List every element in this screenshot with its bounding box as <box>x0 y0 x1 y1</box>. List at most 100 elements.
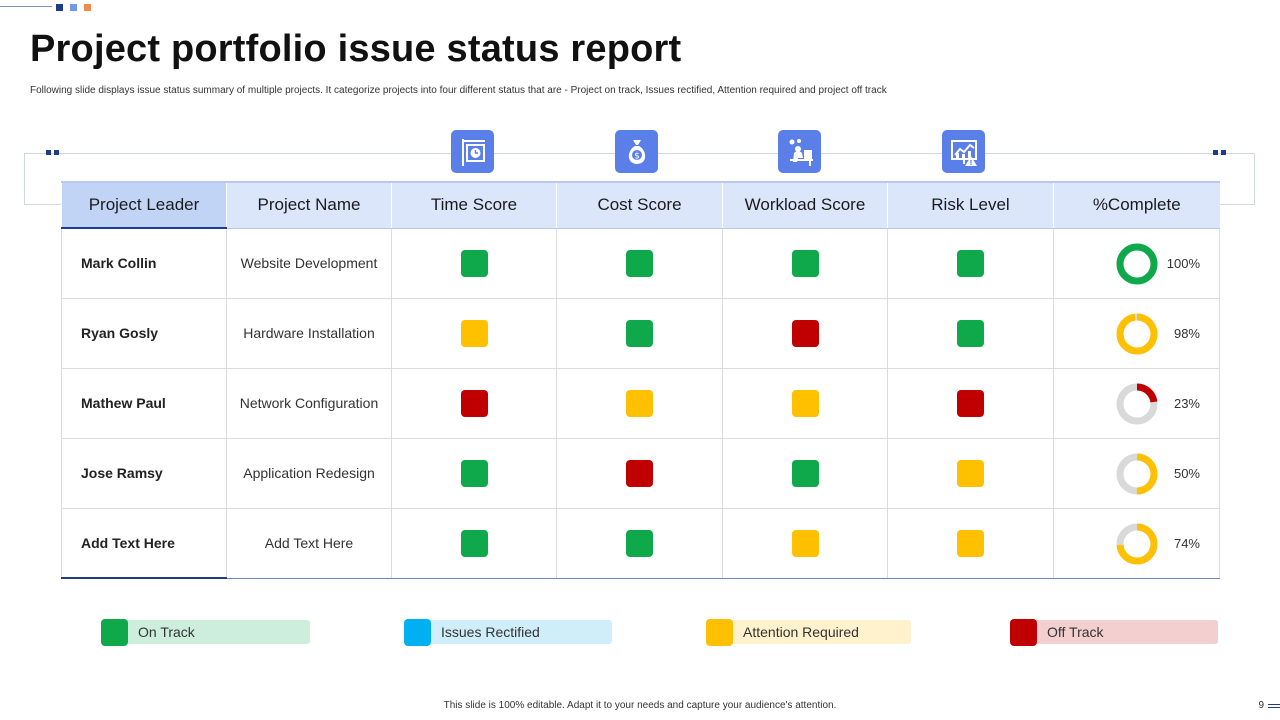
risk-level-cell <box>887 228 1054 299</box>
status-square <box>626 459 653 487</box>
svg-text:$: $ <box>634 151 640 161</box>
progress-donut <box>1116 523 1158 564</box>
complete-percent: 100% <box>1166 255 1200 271</box>
project-leader-cell: Mark Collin <box>61 228 227 299</box>
cost-score-cell <box>556 508 723 579</box>
time-score-cell <box>391 298 557 369</box>
cost-score-cell <box>556 438 723 509</box>
complete-cell: 98% <box>1053 298 1220 369</box>
risk-level-cell <box>887 298 1054 369</box>
page-line <box>1268 704 1280 705</box>
progress-donut <box>1116 243 1158 284</box>
status-square <box>791 319 819 347</box>
cost-score-cell <box>556 228 723 299</box>
page-title: Project portfolio issue status report <box>30 28 682 70</box>
column-header: Workload Score <box>722 181 888 229</box>
status-square <box>957 319 984 347</box>
status-square <box>460 319 488 347</box>
complete-cell: 50% <box>1053 438 1220 509</box>
progress-donut <box>1116 453 1158 494</box>
table-row: Ryan Gosly Hardware Installation 98% <box>61 298 1220 369</box>
status-square <box>460 249 488 277</box>
legend-swatch <box>404 618 431 646</box>
donut-progress <box>1116 313 1158 354</box>
status-square <box>791 249 819 277</box>
project-name-cell: Network Configuration <box>226 368 392 439</box>
progress-donut <box>1116 383 1158 424</box>
page-line <box>1268 707 1280 708</box>
workload-score-cell <box>722 508 888 579</box>
legend-swatch <box>706 618 733 646</box>
legend-issues-rectified: Issues Rectified <box>404 618 612 646</box>
donut-progress <box>1116 243 1158 284</box>
status-table: Project Leader Project Name Time Score C… <box>61 181 1220 579</box>
status-square <box>460 529 488 557</box>
project-name-cell: Hardware Installation <box>226 298 392 369</box>
table-row: Mark Collin Website Development 100% <box>61 228 1220 299</box>
deco-square <box>84 4 91 11</box>
time-score-cell <box>391 438 557 509</box>
footer-note: This slide is 100% editable. Adapt it to… <box>443 700 837 711</box>
workload-score-cell <box>722 368 888 439</box>
column-header: Risk Level <box>887 181 1054 229</box>
column-header: Cost Score <box>556 181 723 229</box>
project-leader-cell: Ryan Gosly <box>61 298 227 369</box>
risk-level-cell <box>887 508 1054 579</box>
status-square <box>957 459 984 487</box>
status-square <box>791 459 819 487</box>
risk-level-cell <box>887 438 1054 509</box>
signboard-clock-icon <box>451 130 494 173</box>
status-square <box>460 389 488 417</box>
table-row: Mathew Paul Network Configuration 23% <box>61 368 1220 439</box>
complete-percent: 50% <box>1173 465 1200 481</box>
project-leader-cell: Jose Ramsy <box>61 438 227 509</box>
legend-swatch <box>1010 618 1037 646</box>
column-header: %Complete <box>1053 181 1220 229</box>
time-score-cell <box>391 508 557 579</box>
complete-percent: 74% <box>1173 535 1200 551</box>
legend-label: Off Track <box>1031 620 1218 644</box>
workload-score-cell <box>722 298 888 369</box>
svg-text:!: ! <box>969 159 972 167</box>
deco-line <box>0 6 52 7</box>
legend-attention-required: Attention Required <box>706 618 911 646</box>
status-square <box>626 529 653 557</box>
complete-cell: 100% <box>1053 228 1220 299</box>
project-leader-cell: Mathew Paul <box>61 368 227 439</box>
table-header-row: Project Leader Project Name Time Score C… <box>61 181 1220 229</box>
complete-percent: 23% <box>1173 395 1200 411</box>
top-decoration <box>0 0 100 14</box>
status-square <box>791 529 819 557</box>
status-square <box>626 319 653 347</box>
status-square <box>791 389 819 417</box>
status-square <box>626 389 653 417</box>
deco-square <box>70 4 77 11</box>
risk-chart-icon: ! <box>942 130 985 173</box>
project-name-cell: Application Redesign <box>226 438 392 509</box>
page-subtitle: Following slide displays issue status su… <box>30 85 887 96</box>
column-header: Project Leader <box>61 181 227 229</box>
cost-score-cell <box>556 368 723 439</box>
corner-dots-right <box>1213 150 1226 155</box>
status-square <box>957 529 984 557</box>
time-score-cell <box>391 368 557 439</box>
status-square <box>460 459 488 487</box>
status-square <box>957 249 984 277</box>
risk-level-cell <box>887 368 1054 439</box>
legend-label: On Track <box>122 620 310 644</box>
deco-square <box>56 4 63 11</box>
column-header: Time Score <box>391 181 557 229</box>
project-name-cell: Add Text Here <box>226 508 392 579</box>
time-score-cell <box>391 228 557 299</box>
page-number: 9 <box>1258 700 1264 711</box>
project-leader-cell: Add Text Here <box>61 508 227 579</box>
status-square <box>626 249 653 277</box>
column-header: Project Name <box>226 181 392 229</box>
progress-donut <box>1116 313 1158 354</box>
table-row: Jose Ramsy Application Redesign 50% <box>61 438 1220 509</box>
legend-label: Attention Required <box>727 620 911 644</box>
workload-score-cell <box>722 438 888 509</box>
project-name-cell: Website Development <box>226 228 392 299</box>
complete-cell: 74% <box>1053 508 1220 579</box>
workload-score-cell <box>722 228 888 299</box>
